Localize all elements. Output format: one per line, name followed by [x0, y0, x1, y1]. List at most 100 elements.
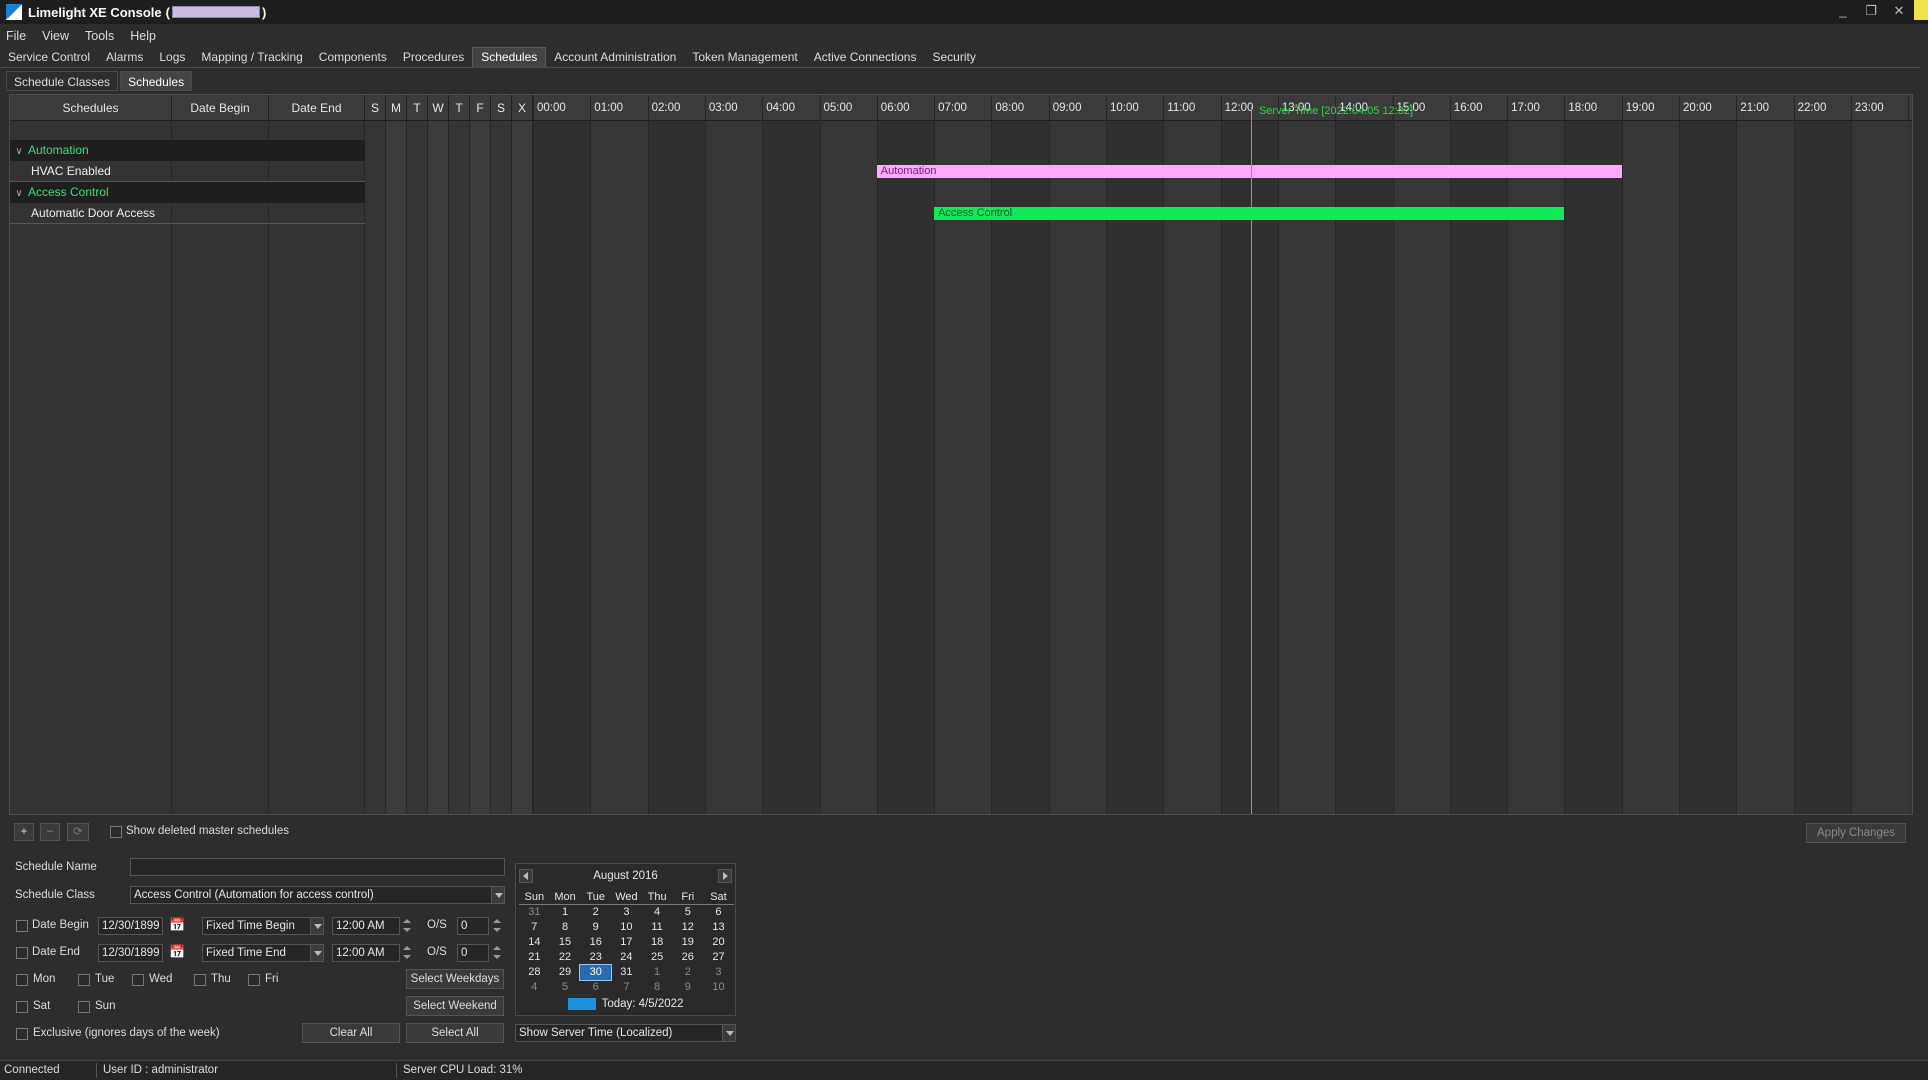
calendar-day[interactable]: 6	[580, 980, 611, 995]
tab-service-control[interactable]: Service Control	[0, 48, 98, 67]
schedule-name-input[interactable]	[130, 858, 505, 876]
calendar-day[interactable]: 7	[611, 980, 642, 995]
calendar-day[interactable]: 8	[642, 980, 673, 995]
date-end-checkbox[interactable]	[16, 947, 28, 959]
tab-alarms[interactable]: Alarms	[98, 48, 151, 67]
header-date-begin[interactable]: Date Begin	[172, 95, 269, 121]
select-all-button[interactable]: Select All	[406, 1023, 504, 1043]
calendar-day[interactable]: 17	[611, 935, 642, 950]
day-header[interactable]: S	[491, 95, 512, 121]
schedule-class-dropdown[interactable]: Access Control (Automation for access co…	[130, 886, 505, 904]
calendar-icon[interactable]: 📅	[169, 917, 185, 933]
chevron-down-icon[interactable]: ∨	[10, 141, 28, 162]
calendar-prev-icon[interactable]	[519, 869, 533, 883]
tab-active-connections[interactable]: Active Connections	[806, 48, 925, 67]
os-begin-spinner[interactable]	[491, 917, 502, 935]
day-header[interactable]: F	[470, 95, 491, 121]
apply-changes-button[interactable]: Apply Changes	[1806, 823, 1906, 843]
calendar-day[interactable]: 5	[550, 980, 581, 995]
day-header[interactable]: T	[407, 95, 428, 121]
os-end-input[interactable]: 0	[457, 944, 489, 962]
menu-view[interactable]: View	[34, 29, 77, 43]
calendar-day[interactable]: 10	[611, 920, 642, 935]
schedule-bar[interactable]: Automation	[876, 165, 1622, 178]
os-begin-input[interactable]: 0	[457, 917, 489, 935]
day-header[interactable]: X	[512, 95, 533, 121]
calendar-day[interactable]: 28	[519, 965, 550, 980]
calendar-day[interactable]: 25	[642, 950, 673, 965]
select-weekdays-button[interactable]: Select Weekdays	[406, 969, 504, 989]
remove-schedule-button[interactable]: −	[40, 823, 60, 841]
minimize-icon[interactable]: _	[1832, 2, 1854, 20]
time-begin-input[interactable]: 12:00 AM	[332, 917, 400, 935]
menu-file[interactable]: File	[0, 29, 34, 43]
menu-help[interactable]: Help	[122, 29, 164, 43]
calendar-day[interactable]: 29	[550, 965, 581, 980]
day-header[interactable]: W	[428, 95, 449, 121]
tab-account-administration[interactable]: Account Administration	[546, 48, 684, 67]
fixed-time-begin-dropdown[interactable]: Fixed Time Begin	[202, 917, 324, 935]
tab-components[interactable]: Components	[311, 48, 395, 67]
calendar-day[interactable]: 14	[519, 935, 550, 950]
calendar-day[interactable]: 8	[550, 920, 581, 935]
schedule-grid[interactable]: Schedules Date Begin Date End SMTWTFSX 0…	[9, 94, 1913, 815]
group-row[interactable]: ∨ Access Control	[10, 182, 365, 203]
time-end-input[interactable]: 12:00 AM	[332, 944, 400, 962]
schedule-row[interactable]: HVAC Enabled	[10, 161, 365, 182]
tue-checkbox[interactable]	[78, 974, 90, 986]
menu-tools[interactable]: Tools	[77, 29, 122, 43]
tab-mapping-tracking[interactable]: Mapping / Tracking	[193, 48, 310, 67]
calendar-day[interactable]: 9	[672, 980, 703, 995]
show-deleted-checkbox[interactable]	[110, 826, 122, 838]
select-weekend-button[interactable]: Select Weekend	[406, 996, 504, 1016]
fixed-time-end-dropdown[interactable]: Fixed Time End	[202, 944, 324, 962]
calendar-next-icon[interactable]	[718, 869, 732, 883]
day-header[interactable]: M	[386, 95, 407, 121]
fri-checkbox[interactable]	[248, 974, 260, 986]
sat-checkbox[interactable]	[16, 1001, 28, 1013]
calendar-day[interactable]: 19	[672, 935, 703, 950]
calendar-day[interactable]: 1	[550, 905, 581, 920]
subtab-schedule-classes[interactable]: Schedule Classes	[6, 71, 119, 91]
calendar-day[interactable]: 5	[672, 905, 703, 920]
date-end-input[interactable]: 12/30/1899	[98, 944, 163, 962]
calendar-day[interactable]: 24	[611, 950, 642, 965]
time-end-spinner[interactable]	[401, 944, 412, 962]
calendar-day[interactable]: 16	[580, 935, 611, 950]
schedule-bar[interactable]: Access Control	[934, 207, 1565, 220]
calendar-day[interactable]: 22	[550, 950, 581, 965]
calendar-day[interactable]: 4	[642, 905, 673, 920]
tab-logs[interactable]: Logs	[151, 48, 193, 67]
calendar-day[interactable]: 4	[519, 980, 550, 995]
calendar-day[interactable]: 30	[579, 964, 613, 981]
day-header[interactable]: T	[449, 95, 470, 121]
calendar-day[interactable]: 26	[672, 950, 703, 965]
calendar-day[interactable]: 9	[580, 920, 611, 935]
calendar-day[interactable]: 10	[703, 980, 734, 995]
time-begin-spinner[interactable]	[401, 917, 412, 935]
tab-schedules[interactable]: Schedules	[472, 47, 547, 67]
schedule-row[interactable]: Automatic Door Access	[10, 203, 365, 224]
mon-checkbox[interactable]	[16, 974, 28, 986]
calendar-day[interactable]: 31	[519, 905, 550, 920]
refresh-icon[interactable]: ⟳	[67, 823, 89, 841]
calendar[interactable]: August 2016 Sun Mon Tue Wed Thu Fri Sat 31 1 2 3 4 5…	[515, 863, 736, 1016]
restore-icon[interactable]: ❐	[1860, 2, 1882, 20]
header-schedules[interactable]: Schedules	[10, 95, 172, 121]
subtab-schedules[interactable]: Schedules	[120, 71, 193, 91]
chevron-down-icon[interactable]: ∨	[10, 183, 28, 204]
wed-checkbox[interactable]	[132, 974, 144, 986]
calendar-day[interactable]: 6	[703, 905, 734, 920]
header-date-end[interactable]: Date End	[269, 95, 365, 121]
calendar-day[interactable]: 7	[519, 920, 550, 935]
calendar-day[interactable]: 2	[672, 965, 703, 980]
date-begin-checkbox[interactable]	[16, 920, 28, 932]
calendar-day[interactable]: 27	[703, 950, 734, 965]
calendar-day[interactable]: 31	[611, 965, 642, 980]
calendar-today[interactable]: Today: 4/5/2022	[516, 998, 735, 1010]
tab-token-management[interactable]: Token Management	[684, 48, 805, 67]
tab-security[interactable]: Security	[924, 48, 983, 67]
close-icon[interactable]: ✕	[1888, 2, 1910, 20]
calendar-day[interactable]: 11	[642, 920, 673, 935]
calendar-day[interactable]: 1	[642, 965, 673, 980]
